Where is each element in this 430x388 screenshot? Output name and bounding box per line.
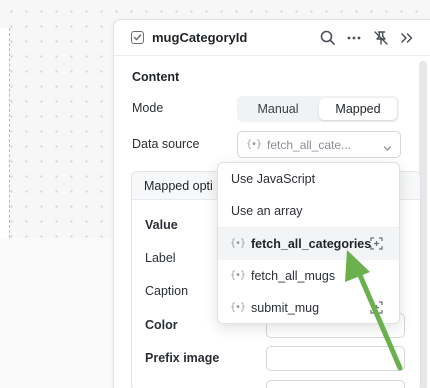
canvas-component-frame[interactable] — [0, 28, 10, 238]
data-source-menu: Use JavaScript Use an array {∙} fetch_al… — [217, 162, 400, 324]
collapse-panel-icon[interactable] — [398, 29, 416, 47]
prefix-image-label: Prefix image — [145, 351, 220, 365]
search-icon[interactable] — [319, 29, 337, 47]
content-section-title: Content — [132, 70, 180, 84]
query-icon: {∙} — [246, 139, 262, 150]
query-icon: {∙} — [230, 302, 246, 313]
color-label: Color — [145, 318, 178, 332]
data-source-label: Data source — [132, 137, 200, 151]
mode-mapped-button[interactable]: Mapped — [319, 98, 397, 120]
mode-manual-button[interactable]: Manual — [239, 98, 317, 120]
query-action-icon[interactable] — [370, 301, 383, 317]
mode-label: Mode — [132, 101, 164, 115]
canvas-area — [0, 238, 112, 388]
menu-item-submit-mug[interactable]: {∙} submit_mug — [218, 292, 399, 323]
inspector-header: mugCategoryId — [114, 20, 430, 56]
data-source-value: fetch_all_cate... — [267, 138, 352, 152]
menu-item-use-array[interactable]: Use an array — [218, 195, 399, 227]
component-name[interactable]: mugCategoryId — [152, 30, 247, 45]
menu-item-use-javascript[interactable]: Use JavaScript — [218, 163, 399, 195]
data-source-select[interactable]: {∙} fetch_all_cate... — [237, 131, 401, 158]
menu-item-fetch-all-mugs[interactable]: {∙} fetch_all_mugs — [218, 260, 399, 292]
unpin-icon[interactable] — [372, 29, 390, 47]
more-options-icon[interactable] — [345, 29, 363, 47]
chevron-down-icon — [383, 141, 392, 156]
prefix-image-field[interactable] — [266, 346, 405, 371]
query-icon: {∙} — [230, 238, 246, 249]
label-label: Label — [145, 251, 176, 265]
mode-toggle: Manual Mapped — [237, 96, 399, 122]
value-label: Value — [145, 218, 178, 232]
query-icon: {∙} — [230, 270, 246, 281]
component-checkbox-icon — [131, 31, 144, 44]
query-action-icon[interactable] — [370, 237, 383, 253]
caption-label: Caption — [145, 284, 189, 298]
next-field[interactable] — [266, 380, 405, 388]
mapped-options-title: Mapped opti — [144, 179, 213, 193]
menu-item-fetch-all-categories[interactable]: {∙} fetch_all_categories — [218, 228, 399, 260]
